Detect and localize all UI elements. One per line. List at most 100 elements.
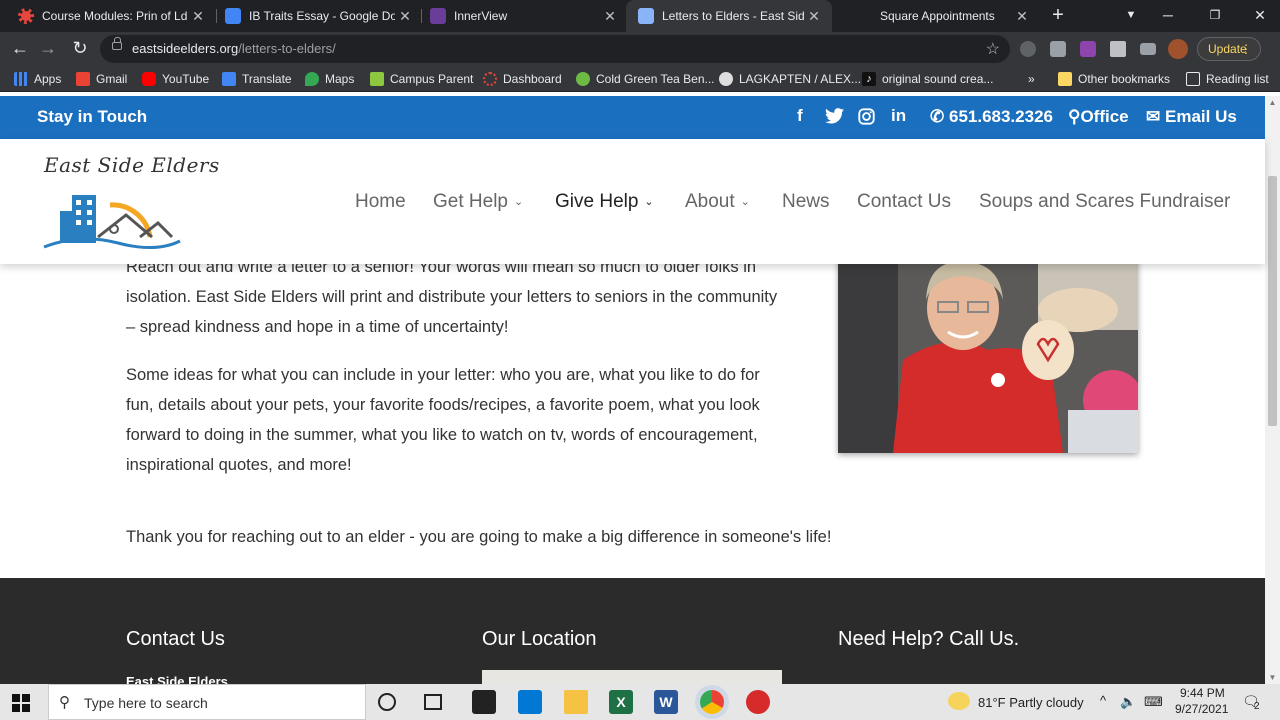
nav-soups-and-scares[interactable]: Soups and Scares Fundraiser	[979, 191, 1230, 213]
ideas-paragraph: Some ideas for what you can include in y…	[126, 366, 760, 474]
search-icon: ⚲	[59, 694, 70, 711]
close-icon[interactable]: ✕	[188, 8, 208, 25]
reload-icon[interactable]: ↻	[68, 37, 92, 61]
page-scrollbar[interactable]: ▲ ▼	[1265, 96, 1280, 684]
tab-course-modules[interactable]: Course Modules: Prin of Ldrshp ✕	[0, 0, 216, 32]
more-bookmarks-button[interactable]: »	[1028, 71, 1035, 87]
apps-grid-icon	[14, 72, 28, 86]
excel-icon[interactable]: X	[609, 690, 633, 714]
maximize-icon[interactable]: ❐	[1197, 0, 1233, 32]
weather-text[interactable]: 81°F Partly cloudy	[978, 695, 1084, 710]
nav-get-help[interactable]: Get Help ⌄	[433, 191, 523, 213]
bookmark-gmail[interactable]: Gmail	[76, 71, 127, 87]
nav-about[interactable]: About ⌄	[685, 191, 750, 213]
extensions-puzzle-icon[interactable]	[1110, 41, 1126, 57]
cortana-icon[interactable]	[378, 693, 396, 711]
close-icon[interactable]: ✕	[600, 8, 620, 25]
office-link[interactable]: ⚲Office	[1068, 107, 1129, 127]
email-link[interactable]: ✉ Email Us	[1146, 107, 1237, 127]
gmail-icon	[76, 72, 90, 86]
facebook-icon[interactable]: f	[797, 106, 803, 126]
bookmark-maps[interactable]: Maps	[305, 71, 354, 87]
word-icon[interactable]: W	[654, 690, 678, 714]
reading-list-button[interactable]: Reading list	[1186, 71, 1269, 87]
scroll-down-icon[interactable]: ▼	[1268, 673, 1277, 682]
instagram-icon[interactable]	[858, 108, 875, 125]
update-button[interactable]: Update ⋮	[1197, 37, 1261, 61]
taskbar-search-input[interactable]: ⚲ Type here to search	[48, 684, 366, 720]
close-icon[interactable]: ✕	[1012, 8, 1032, 25]
bookmark-cold-green-tea[interactable]: Cold Green Tea Ben...	[576, 71, 715, 87]
chevron-up-icon[interactable]: ^	[1100, 693, 1106, 708]
notification-count: 2	[1254, 701, 1260, 712]
tab-title: Letters to Elders - East Side Elders	[662, 9, 804, 23]
other-bookmarks-folder[interactable]: Other bookmarks	[1058, 71, 1170, 87]
footer-location-heading: Our Location	[482, 628, 597, 650]
windows-start-icon[interactable]	[12, 694, 30, 712]
nav-news[interactable]: News	[782, 191, 830, 213]
scroll-up-icon[interactable]: ▲	[1268, 98, 1277, 107]
close-icon[interactable]: ✕	[804, 8, 824, 25]
nav-give-help[interactable]: Give Help ⌄	[555, 191, 654, 213]
innerview-icon	[430, 8, 446, 24]
map-pin-icon: ⚲	[1068, 107, 1081, 126]
location-map[interactable]	[482, 670, 782, 684]
media-control-icon[interactable]	[1140, 43, 1156, 55]
scrollbar-thumb[interactable]	[1268, 176, 1277, 426]
file-explorer-icon[interactable]	[564, 690, 588, 714]
bookmark-star-icon[interactable]: ☆	[986, 39, 1000, 59]
bookmarks-bar: Apps Gmail YouTube Translate Maps Campus…	[0, 66, 1280, 92]
bookmark-youtube[interactable]: YouTube	[142, 71, 209, 87]
extension-location-icon[interactable]	[1020, 41, 1036, 57]
profile-avatar[interactable]	[1168, 39, 1188, 59]
task-view-icon[interactable]	[424, 694, 442, 710]
address-bar[interactable]: eastsideelders.org/letters-to-elders/ ☆	[100, 35, 1010, 63]
tab-square-appointments[interactable]: Square Appointments ✕	[838, 0, 1040, 32]
linkedin-icon[interactable]: in	[891, 106, 906, 126]
extension-r-icon[interactable]	[1080, 41, 1096, 57]
tab-innerview[interactable]: InnerView ✕	[412, 0, 628, 32]
site-topbar: Stay in Touch f in ✆ 651.683.2326 ⚲Offic…	[0, 96, 1265, 139]
tab-title: Square Appointments	[880, 9, 995, 23]
antivirus-icon[interactable]	[746, 690, 770, 714]
twitter-icon[interactable]	[825, 108, 844, 124]
bookmark-dashboard[interactable]: Dashboard	[483, 71, 562, 87]
globe-icon	[719, 72, 733, 86]
tab-search-icon[interactable]: ▼	[1113, 0, 1149, 32]
phone-icon: ✆	[930, 107, 945, 126]
speaker-icon[interactable]: 🔈	[1120, 694, 1136, 710]
nav-contact-us[interactable]: Contact Us	[857, 191, 951, 213]
mail-icon[interactable]	[518, 690, 542, 714]
tab-ib-traits-essay[interactable]: IB Traits Essay - Google Docs ✕	[207, 0, 423, 32]
envelope-icon: ✉	[1146, 107, 1161, 126]
canvas-icon	[18, 8, 34, 24]
keyboard-icon[interactable]: ⌨	[1144, 694, 1163, 710]
forward-icon[interactable]: →	[36, 37, 60, 61]
windows-taskbar: ⚲ Type here to search X W 81°F Partly cl…	[0, 684, 1280, 720]
bookmark-lagkapten[interactable]: LAGKAPTEN / ALEX...	[719, 71, 861, 87]
bookmark-translate[interactable]: Translate	[222, 71, 292, 87]
window-close-icon[interactable]: ✕	[1242, 0, 1278, 32]
clock-date[interactable]: 9/27/2021	[1175, 702, 1228, 716]
store-icon[interactable]	[472, 690, 496, 714]
folder-icon	[1058, 72, 1072, 86]
new-tab-icon[interactable]: +	[1046, 4, 1070, 28]
phone-link[interactable]: ✆ 651.683.2326	[930, 107, 1053, 127]
footer-contact-heading: Contact Us	[126, 628, 225, 650]
extension-grammar-icon[interactable]	[1050, 41, 1066, 57]
tab-letters-to-elders[interactable]: Letters to Elders - East Side Elders ✕	[626, 0, 832, 32]
site-header: East Side Elders Home Get Help ⌄ Give Hel…	[0, 139, 1265, 264]
site-logo[interactable]: East Side Elders	[40, 151, 219, 251]
chevron-down-icon: ⌄	[740, 196, 750, 208]
main-content: Reach out and write a letter to a senior…	[0, 250, 1265, 578]
tab-title: Course Modules: Prin of Ldrshp	[42, 9, 188, 23]
chrome-icon[interactable]	[700, 690, 724, 714]
nav-home[interactable]: Home	[355, 191, 406, 213]
bookmark-apps[interactable]: Apps	[14, 71, 61, 87]
minimize-icon[interactable]: ─	[1150, 0, 1186, 32]
back-icon[interactable]: ←	[8, 37, 32, 61]
bookmark-original-sound[interactable]: ♪ original sound crea...	[862, 71, 993, 87]
weather-icon[interactable]	[948, 692, 970, 710]
bookmark-campus-parent[interactable]: Campus Parent	[370, 71, 473, 87]
clock-time[interactable]: 9:44 PM	[1180, 686, 1225, 700]
